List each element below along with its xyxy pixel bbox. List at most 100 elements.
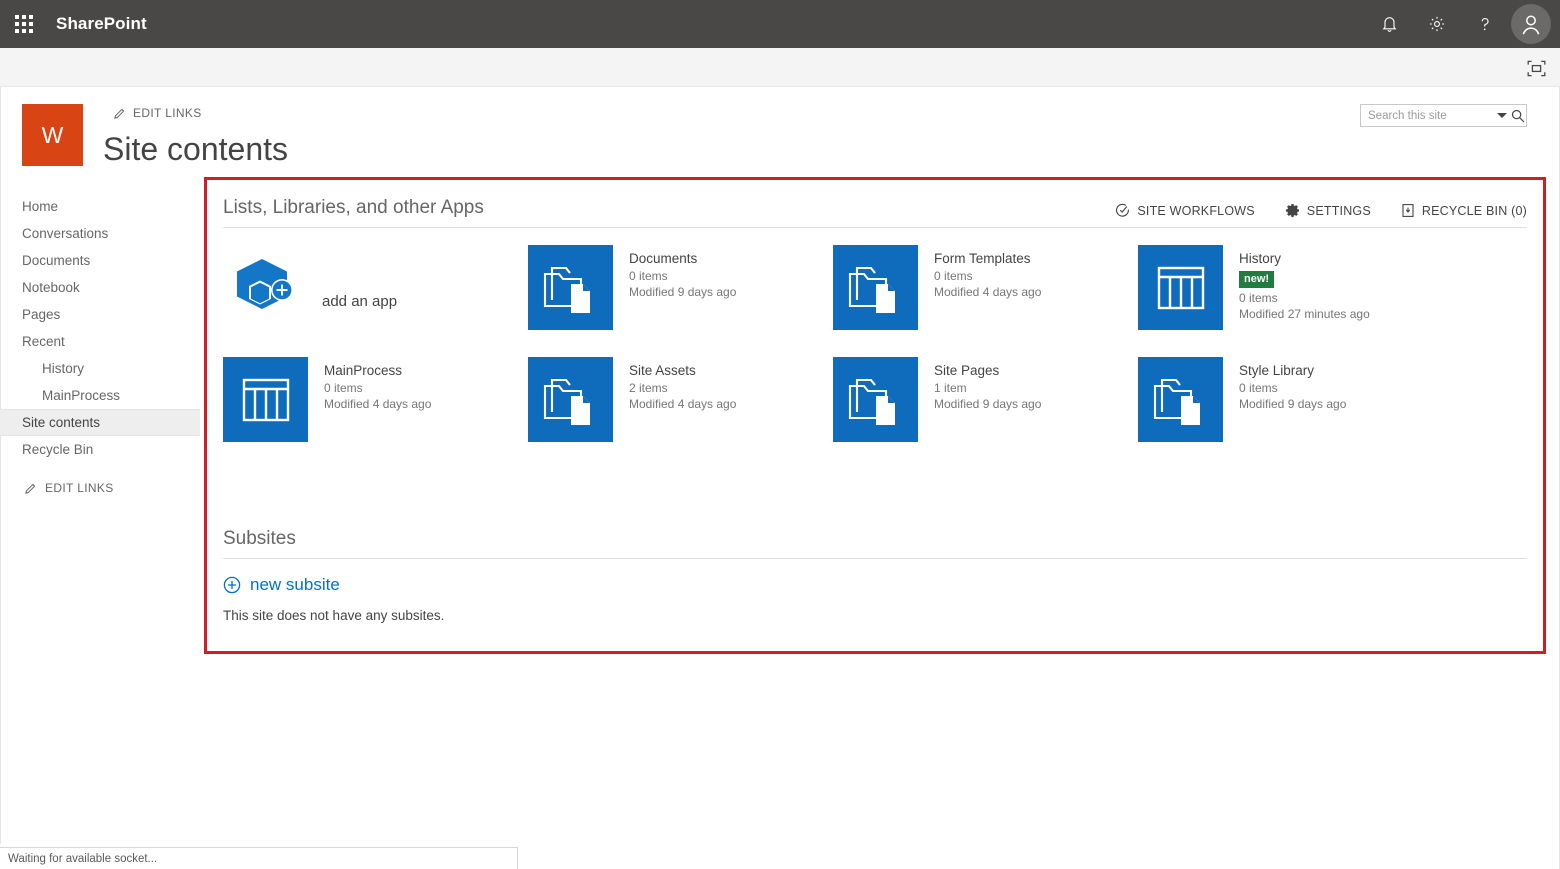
- site-workflows-button[interactable]: SITE WORKFLOWS: [1115, 203, 1255, 218]
- document-library-icon: [1138, 357, 1223, 442]
- add-an-app-label: add an app: [322, 292, 398, 310]
- app-tile-items: 2 items: [629, 381, 668, 395]
- edit-links-top-label: EDIT LINKS: [133, 106, 202, 120]
- sidebar-item-notebook[interactable]: Notebook: [0, 274, 200, 301]
- sidebar-item-recycle-bin[interactable]: Recycle Bin: [0, 436, 200, 463]
- left-navigation: Home Conversations Documents Notebook Pa…: [0, 193, 200, 495]
- app-grid: add an app Documents 0 items Modified 9 …: [223, 245, 1527, 469]
- suite-brand-sharepoint[interactable]: SharePoint: [56, 14, 147, 34]
- document-library-icon: [528, 357, 613, 442]
- app-tile-modified: Modified 9 days ago: [934, 397, 1042, 411]
- app-tile-title: Site Pages: [934, 363, 1000, 378]
- add-an-app-icon: [223, 245, 308, 330]
- app-tile-title: Site Assets: [629, 363, 696, 378]
- app-tile-text: Site Pages 1 item Modified 9 days ago: [918, 357, 1041, 412]
- app-launcher-waffle-icon[interactable]: [0, 0, 48, 48]
- notifications-bell-icon[interactable]: [1365, 0, 1413, 48]
- ribbon-strip: [0, 48, 1560, 87]
- settings-label: SETTINGS: [1306, 203, 1371, 218]
- new-subsite-label: new subsite: [250, 575, 340, 594]
- add-an-app-tile[interactable]: add an app: [223, 245, 528, 357]
- app-tile-form-templates[interactable]: Form Templates 0 items Modified 4 days a…: [833, 245, 1138, 357]
- app-tile-text: MainProcess 0 items Modified 4 days ago: [308, 357, 431, 412]
- app-tile-modified: Modified 4 days ago: [934, 285, 1042, 299]
- app-tile-items: 0 items: [934, 269, 973, 283]
- app-tile-text: Form Templates 0 items Modified 4 days a…: [918, 245, 1041, 300]
- sidebar-item-home[interactable]: Home: [0, 193, 200, 220]
- apps-section-actions: SITE WORKFLOWS SETTINGS RECYCLE BIN (0): [1115, 203, 1527, 221]
- app-tile-site-pages[interactable]: Site Pages 1 item Modified 9 days ago: [833, 357, 1138, 469]
- sidebar-item-recent[interactable]: Recent: [0, 328, 200, 355]
- app-tile-modified: Modified 27 minutes ago: [1239, 307, 1370, 321]
- app-tile-items: 1 item: [934, 381, 967, 395]
- new-subsite-button[interactable]: new subsite: [223, 575, 1527, 595]
- document-library-icon: [833, 357, 918, 442]
- edit-links-nav-label: EDIT LINKS: [45, 481, 114, 495]
- site-workflows-label: SITE WORKFLOWS: [1137, 203, 1255, 218]
- status-bar-text: Waiting for available socket...: [8, 852, 158, 865]
- app-tile-title: History: [1239, 251, 1282, 266]
- app-tile-modified: Modified 4 days ago: [324, 397, 432, 411]
- subsites-section-rule: [223, 558, 1527, 559]
- app-tile-documents[interactable]: Documents 0 items Modified 9 days ago: [528, 245, 833, 357]
- app-tile-items: 0 items: [1239, 381, 1278, 395]
- suite-bar: SharePoint: [0, 0, 1560, 48]
- no-subsites-message: This site does not have any subsites.: [223, 608, 445, 623]
- app-tile-text: Style Library 0 items Modified 9 days ag…: [1223, 357, 1346, 412]
- focus-on-content-icon[interactable]: [1524, 57, 1548, 79]
- recycle-bin-button[interactable]: RECYCLE BIN (0): [1401, 203, 1527, 218]
- app-tile-title: MainProcess: [324, 363, 403, 378]
- suite-bar-actions: [1365, 0, 1560, 48]
- app-tile-modified: Modified 9 days ago: [1239, 397, 1347, 411]
- site-logo[interactable]: W: [22, 104, 83, 166]
- browser-status-bar: Waiting for available socket...: [0, 847, 518, 869]
- chevron-down-icon[interactable]: [1496, 105, 1510, 126]
- sidebar-item-pages[interactable]: Pages: [0, 301, 200, 328]
- search-box[interactable]: [1360, 104, 1527, 127]
- edit-links-top[interactable]: EDIT LINKS: [113, 106, 202, 120]
- list-icon: [1138, 245, 1223, 330]
- pencil-icon: [24, 482, 37, 495]
- app-tile-items: 0 items: [324, 381, 363, 395]
- app-tile-text: History new! 0 items Modified 27 minutes…: [1223, 245, 1370, 322]
- app-tile-history[interactable]: History new! 0 items Modified 27 minutes…: [1138, 245, 1443, 357]
- app-tile-mainprocess[interactable]: MainProcess 0 items Modified 4 days ago: [223, 357, 528, 469]
- app-tile-site-assets[interactable]: Site Assets 2 items Modified 4 days ago: [528, 357, 833, 469]
- status-badge-new: new!: [1239, 271, 1275, 288]
- plus-circle-icon: [223, 576, 241, 594]
- apps-section-title: Lists, Libraries, and other Apps: [223, 197, 484, 218]
- main-content: Lists, Libraries, and other Apps SITE WO…: [207, 180, 1543, 651]
- site-workflows-icon: [1115, 203, 1130, 218]
- search-icon[interactable]: [1509, 105, 1526, 126]
- app-tile-style-library[interactable]: Style Library 0 items Modified 9 days ag…: [1138, 357, 1443, 469]
- subsites-section-header: Subsites: [223, 511, 1527, 552]
- sharepoint-site-contents-page: SharePoint W EDIT LINKS Site contents Se…: [0, 0, 1560, 869]
- app-tile-text: Site Assets 2 items Modified 4 days ago: [613, 357, 736, 412]
- app-tile-title: Documents: [629, 251, 698, 266]
- document-library-icon: [833, 245, 918, 330]
- edit-links-nav[interactable]: EDIT LINKS: [0, 481, 200, 495]
- app-tile-title: Form Templates: [934, 251, 1031, 266]
- subsites-section-title: Subsites: [223, 528, 296, 549]
- list-icon: [223, 357, 308, 442]
- app-tile-modified: Modified 4 days ago: [629, 397, 737, 411]
- sidebar-item-mainprocess[interactable]: MainProcess: [0, 382, 200, 409]
- search-input[interactable]: [1361, 105, 1496, 126]
- user-avatar[interactable]: [1511, 4, 1551, 44]
- page-title: Site contents: [103, 131, 288, 167]
- recycle-bin-icon: [1401, 203, 1415, 218]
- document-library-icon: [528, 245, 613, 330]
- sidebar-item-conversations[interactable]: Conversations: [0, 220, 200, 247]
- sidebar-item-history[interactable]: History: [0, 355, 200, 382]
- app-tile-modified: Modified 9 days ago: [629, 285, 737, 299]
- settings-gear-icon: [1285, 203, 1300, 218]
- app-tile-items: 0 items: [629, 269, 668, 283]
- app-tile-items: 0 items: [1239, 291, 1278, 305]
- settings-button[interactable]: SETTINGS: [1285, 203, 1371, 218]
- apps-section-header: Lists, Libraries, and other Apps SITE WO…: [223, 180, 1527, 221]
- help-question-icon[interactable]: [1461, 0, 1509, 48]
- settings-gear-icon[interactable]: [1413, 0, 1461, 48]
- sidebar-item-documents[interactable]: Documents: [0, 247, 200, 274]
- sidebar-item-site-contents[interactable]: Site contents: [0, 409, 200, 436]
- app-tile-text: Documents 0 items Modified 9 days ago: [613, 245, 736, 300]
